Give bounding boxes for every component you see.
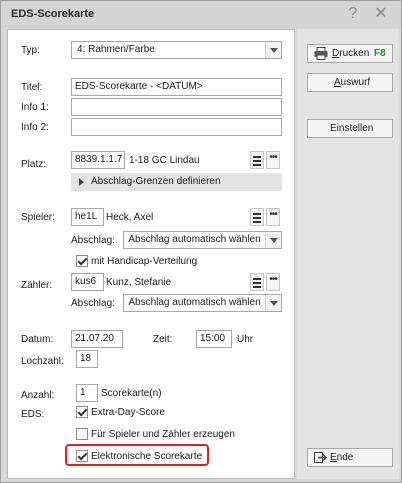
extra-day-score-checkbox[interactable] [76,406,88,418]
window-title: EDS-Scorekarte [11,8,95,20]
spieler-code-input[interactable]: he1L [71,208,104,226]
zaehler-abschlag-value: Abschlag automatisch wählen [128,297,261,308]
anzahl-unit: Scorekarte(n) [101,388,162,399]
title-bar: EDS-Scorekarte ? ✕ [1,1,401,28]
typ-select-value: 4: Rahmen/Farbe [77,44,155,55]
chevron-down-icon [265,295,281,311]
lochzahl-input[interactable]: 18 [76,350,98,368]
abschlag-grenzen-toggle[interactable]: Abschlag-Grenzen definieren [71,173,282,191]
einstellen-label: Einstellen [330,123,374,134]
platz-label: Platz: [21,159,47,170]
zaehler-list-button[interactable] [250,273,264,291]
spieler-more-button[interactable]: ••• [266,208,280,226]
help-button[interactable]: ? [343,4,363,24]
info2-label: Info 2: [21,122,49,133]
elektronische-scorekarte-checkbox[interactable] [76,450,88,462]
fuer-beide-checkbox[interactable] [76,428,88,440]
spieler-abschlag-value: Abschlag automatisch wählen [128,234,261,245]
auswurf-label: Auswurf [334,77,371,88]
button-panel [297,29,399,479]
spieler-name: Heck, Axel [106,212,154,223]
platz-more-button[interactable]: ••• [266,151,280,169]
fuer-beide-label: Für Spieler und Zähler erzeugen [91,429,235,440]
zaehler-more-button[interactable]: ••• [266,273,280,291]
platz-code-input[interactable]: 8839.1.1.7 [71,151,125,169]
printer-icon [314,47,328,60]
spieler-abschlag-select[interactable]: Abschlag automatisch wählen [123,231,282,249]
ende-label: Ende [330,452,354,463]
zaehler-abschlag-select[interactable]: Abschlag automatisch wählen [123,294,282,312]
elektronische-scorekarte-label: Elektronische Scorekarte [91,451,203,462]
zaehler-abschlag-label: Abschlag: [71,298,115,309]
anzahl-label: Anzahl: [21,390,55,401]
zeit-unit: Uhr [237,334,254,345]
exit-icon [314,452,327,463]
typ-select[interactable]: 4: Rahmen/Farbe [71,41,282,59]
platz-list-button[interactable] [250,151,264,169]
info1-input[interactable] [71,98,282,116]
lochzahl-label: Lochzahl: [21,356,64,367]
zeit-label: Zeit: [153,334,173,345]
zaehler-code-input[interactable]: kus6 [71,273,104,291]
handicap-label: mit Handicap-Verteilung [91,256,198,267]
platz-name: 1-18 GC Lindau [129,155,200,166]
anzahl-input[interactable]: 1 [76,384,98,402]
titel-label: Titel: [21,82,43,93]
dialog-window: EDS-Scorekarte ? ✕ Typ: 4: Rahmen/Farbe … [0,0,402,483]
extra-day-score-label: Extra-Day-Score [91,407,165,418]
close-button[interactable]: ✕ [371,4,391,24]
zaehler-label: Zähler: [21,280,53,291]
auswurf-button[interactable]: Auswurf [307,73,393,92]
datum-label: Datum: [21,334,54,345]
info1-label: Info 1: [21,102,49,113]
info2-input[interactable] [71,118,282,136]
chevron-down-icon [265,42,281,58]
chevron-right-icon [79,178,84,186]
handicap-checkbox[interactable] [76,255,88,267]
ende-button[interactable]: Ende [307,448,393,467]
titel-input[interactable]: EDS-Scorekarte - <DATUM> [71,78,282,96]
spieler-list-button[interactable] [250,208,264,226]
drucken-label: Drucken [332,48,370,59]
typ-label: Typ: [21,45,40,56]
drucken-shortcut: F8 [374,48,386,59]
spieler-abschlag-label: Abschlag: [71,235,115,246]
eds-label: EDS: [21,409,45,420]
spieler-label: Spieler: [21,212,55,223]
abschlag-grenzen-label: Abschlag-Grenzen definieren [91,176,221,187]
zaehler-name: Kunz, Stefanie [106,277,172,288]
einstellen-button[interactable]: Einstellen [307,119,393,138]
drucken-button[interactable]: Drucken F8 [307,44,393,63]
chevron-down-icon [265,232,281,248]
zeit-input[interactable]: 15:00 [196,330,232,348]
datum-input[interactable]: 21.07.20 [71,330,123,348]
